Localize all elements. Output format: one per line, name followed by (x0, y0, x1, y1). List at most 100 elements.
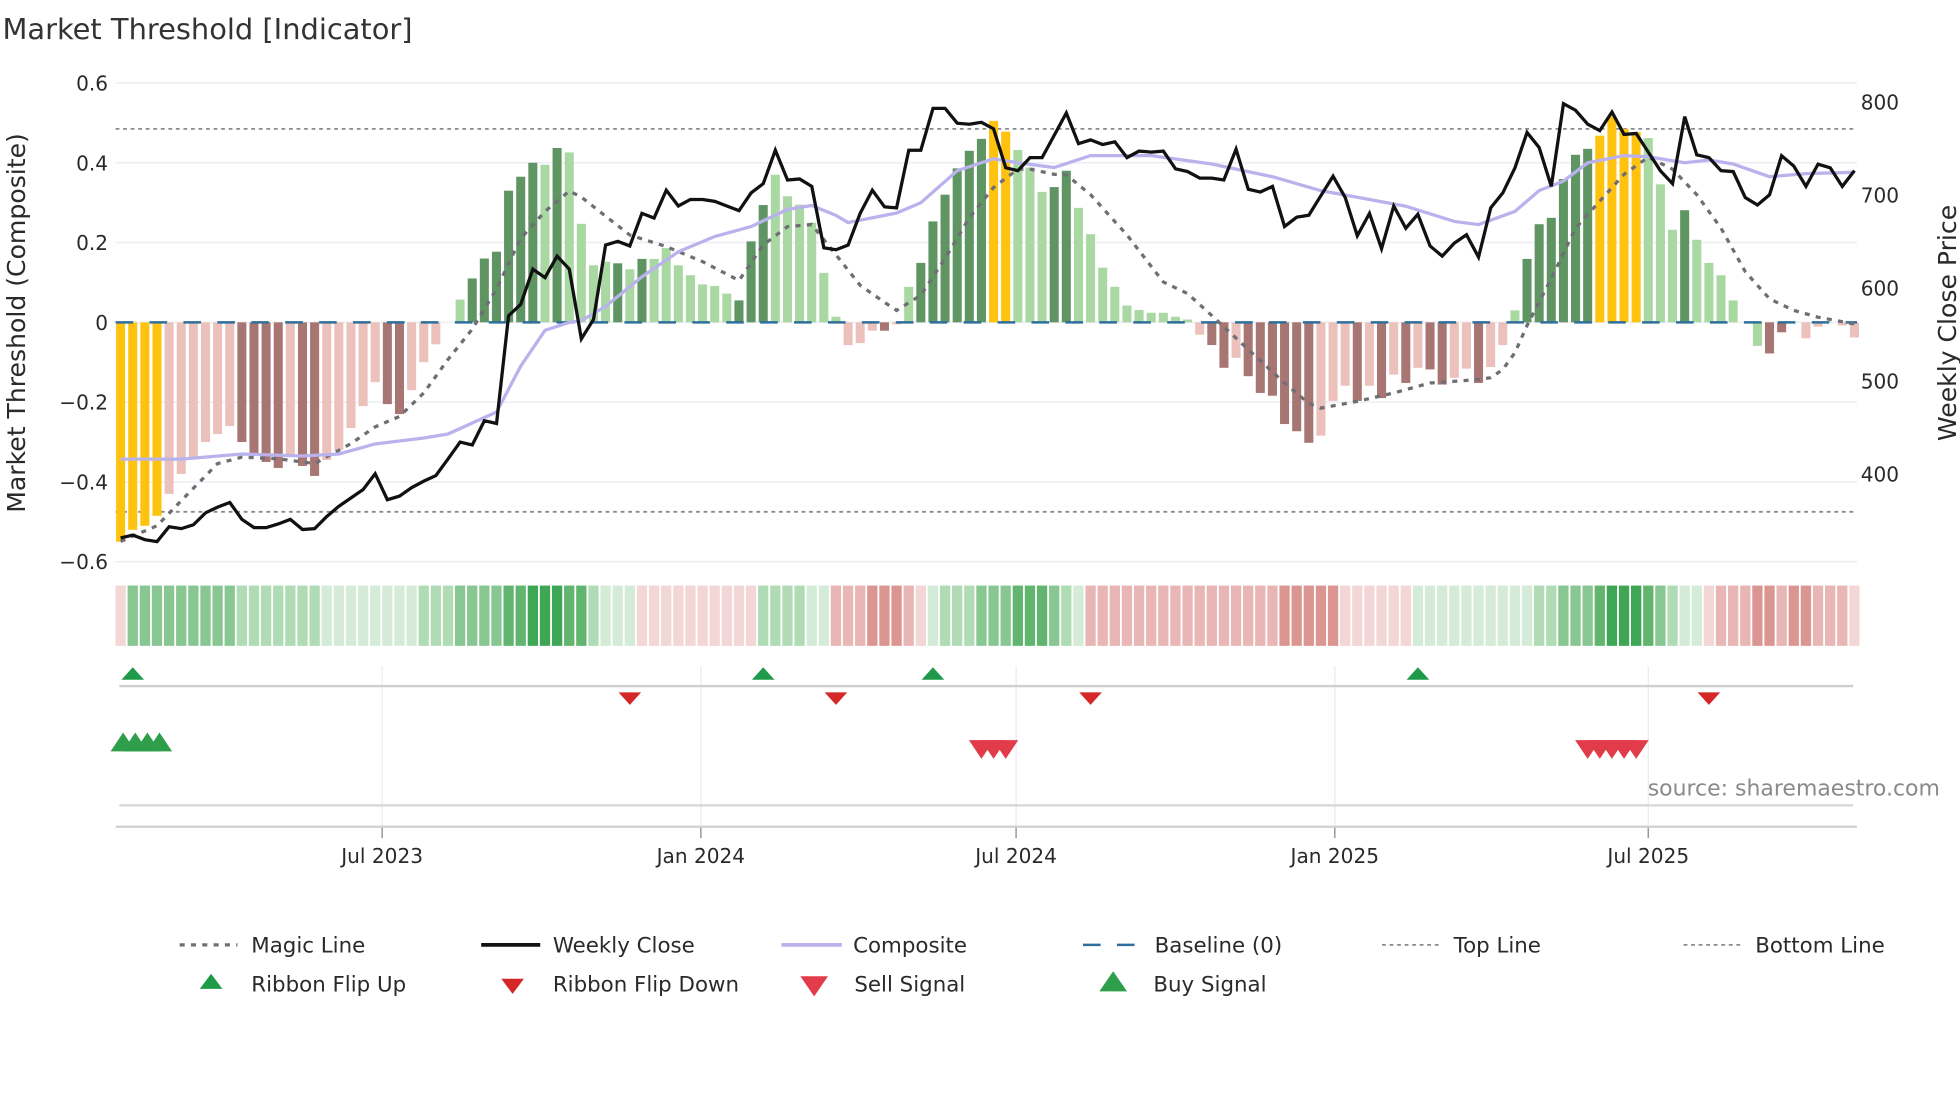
ribbon-cell (1824, 585, 1836, 646)
y2-tick-label: 700 (1861, 183, 1899, 207)
composite-bar (1243, 322, 1253, 377)
ribbon-cell (733, 585, 745, 646)
legend-item-composite: Composite (781, 933, 967, 958)
ribbon-cell (200, 585, 211, 646)
composite-bar (552, 148, 562, 323)
ribbon-cell (624, 585, 635, 646)
ribbon-cell (1449, 585, 1460, 646)
ribbon-cell (1558, 585, 1569, 646)
ribbon-flip-up-marker (921, 667, 945, 680)
ribbon-cell (1728, 585, 1739, 646)
ribbon-cell (1230, 585, 1242, 646)
composite-bar (491, 251, 501, 323)
composite-bar (1801, 322, 1811, 339)
ribbon-cell (1388, 585, 1399, 646)
composite-bar (843, 322, 853, 346)
ribbon-flip-down-marker (824, 692, 848, 705)
composite-bar (1510, 310, 1520, 323)
composite-bar (273, 322, 283, 468)
y-axis-label: Market Threshold (Composite) (2, 133, 31, 513)
ribbon-cell (758, 585, 769, 646)
composite-bar (1474, 322, 1484, 383)
ribbon-cell (794, 585, 805, 646)
ribbon-cell (1291, 585, 1302, 646)
chart-title: Market Threshold [Indicator] (3, 12, 413, 46)
ribbon-cell (1412, 585, 1424, 646)
ribbon-cell (273, 585, 284, 646)
ribbon-cell (1012, 585, 1023, 646)
ribbon-cell (1437, 585, 1448, 646)
composite-bar (1061, 170, 1071, 323)
ribbon-cell (576, 585, 587, 646)
ribbon-cell (648, 585, 660, 646)
ribbon-cell (721, 585, 732, 646)
composite-bar (1728, 300, 1738, 323)
ribbon-cell (479, 585, 490, 646)
ribbon-cell (503, 585, 514, 646)
composite-bar (1716, 275, 1726, 323)
ribbon-cell (709, 585, 720, 646)
y2-tick-label: 800 (1861, 90, 1899, 114)
composite-bar (1073, 207, 1083, 323)
composite-bar (467, 278, 477, 323)
composite-bar (1413, 322, 1423, 368)
composite-bar (1377, 322, 1387, 399)
composite-bar (1364, 322, 1374, 386)
ribbon-cell (782, 585, 793, 646)
legend-item-top-line: Top Line (1382, 933, 1541, 958)
composite-bar (346, 322, 356, 429)
x-tick-label: Jan 2024 (655, 844, 746, 868)
ribbon-cell (1158, 585, 1169, 646)
ribbon-cell (588, 585, 599, 646)
ribbon-cell (612, 585, 623, 646)
ribbon-cell (309, 585, 320, 646)
ribbon-cell (1024, 585, 1036, 646)
ribbon-cell (176, 585, 187, 646)
legend-item-sell-signal: Sell Signal (800, 972, 965, 997)
composite-line (120, 153, 1855, 461)
y-tick-label: 0.2 (76, 231, 108, 255)
ribbon-cell (939, 585, 951, 646)
composite-bar (382, 322, 392, 405)
composite-bar (1437, 322, 1447, 385)
ribbon-cell (1776, 585, 1787, 646)
legend-label: Top Line (1453, 933, 1541, 958)
ribbon-cell (454, 585, 466, 646)
ribbon-cell (1655, 585, 1666, 646)
composite-bar (964, 150, 974, 323)
composite-bar (710, 286, 720, 323)
ribbon-cell (745, 585, 757, 646)
composite-bar (1765, 322, 1775, 354)
composite-bar (116, 322, 126, 542)
composite-bar (1704, 262, 1714, 323)
composite-bar (1546, 217, 1556, 323)
ribbon-cell (891, 585, 902, 646)
ribbon-cell (236, 585, 248, 646)
x-tick-label: Jul 2024 (973, 844, 1057, 868)
composite-bar (1316, 322, 1326, 436)
composite-bar (1280, 322, 1290, 425)
ribbon-cell (297, 585, 308, 646)
composite-bar (722, 293, 732, 323)
composite-bar (989, 120, 999, 323)
x-tick-label: Jul 2023 (339, 844, 423, 868)
ribbon-cell (357, 585, 369, 646)
composite-bar (140, 322, 150, 526)
legend-label: Baseline (0) (1155, 933, 1283, 958)
triangle-down-icon (501, 978, 524, 994)
ribbon-flip-down-marker (1697, 692, 1721, 705)
composite-bar (1401, 322, 1411, 383)
ribbon-cell (855, 585, 866, 646)
ribbon-cell (394, 585, 405, 646)
ribbon-cell (224, 585, 235, 646)
ribbon-flip-up-marker (121, 667, 145, 680)
legend-label: Composite (853, 933, 967, 958)
composite-bar (576, 223, 586, 323)
ribbon-cell (1206, 585, 1217, 646)
ribbon-cell (1849, 585, 1860, 646)
composite-bar (1098, 267, 1108, 323)
ribbon-cell (1146, 585, 1157, 646)
composite-bar (455, 299, 465, 323)
composite-bar (213, 322, 223, 435)
source-note: source: sharemaestro.com (1648, 776, 1940, 801)
